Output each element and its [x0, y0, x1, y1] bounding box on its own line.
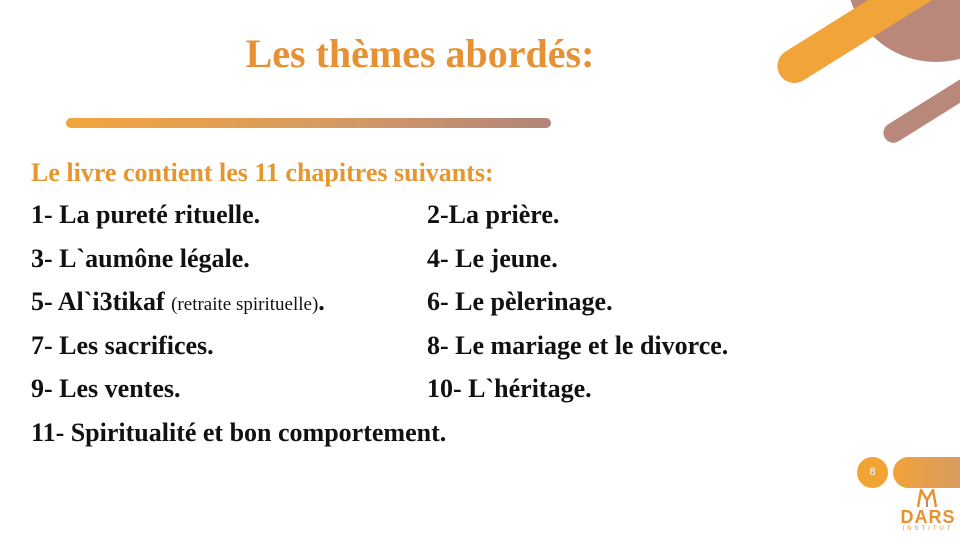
decorative-stripe-brown	[879, 55, 960, 147]
chapter-item-end: .	[318, 287, 325, 316]
chapter-row: 11- Spiritualité et bon comportement.	[31, 418, 871, 462]
logo-subtext: INSTITUT	[902, 526, 954, 532]
chapter-row: 7- Les sacrifices. 8- Le mariage et le d…	[31, 331, 871, 375]
chapter-item: 5- Al`i3tikaf (retraite spirituelle).	[31, 287, 325, 317]
page-number-bar	[893, 457, 960, 488]
page-number: 8	[857, 457, 888, 488]
chapter-item-main: 5- Al`i3tikaf	[31, 287, 172, 316]
logo-text: DARS	[900, 507, 956, 527]
slide: Les thèmes abordés: Le livre contient le…	[0, 0, 960, 540]
chapter-item: 6- Le pèlerinage.	[427, 287, 613, 316]
intro-text: Le livre contient les 11 chapitres suiva…	[31, 158, 494, 187]
chapter-row: 9- Les ventes. 10- L`héritage.	[31, 374, 871, 418]
chapter-item: 3- L`aumône légale.	[31, 243, 250, 273]
chapter-row: 3- L`aumône légale. 4- Le jeune.	[31, 244, 871, 288]
chapter-item: 7- Les sacrifices.	[31, 330, 214, 360]
chapter-item: 1- La pureté rituelle.	[31, 200, 261, 229]
chapter-item: 10- L`héritage.	[427, 374, 592, 403]
chapter-item: 9- Les ventes.	[31, 374, 181, 403]
title-underline	[66, 118, 551, 128]
dars-logo: DARS INSTITUT	[894, 488, 958, 538]
chapter-item-note: (retraite spirituelle)	[171, 294, 319, 315]
chapter-row: 1- La pureté rituelle. 2-La prière.	[31, 200, 871, 244]
chapter-item: 4- Le jeune.	[427, 243, 558, 273]
slide-title: Les thèmes abordés:	[245, 31, 595, 76]
chapter-list: 1- La pureté rituelle. 2-La prière. 3- L…	[31, 200, 871, 461]
dars-logo-mark-icon	[916, 488, 938, 508]
chapter-item: 2-La prière.	[427, 200, 560, 229]
chapter-item: 8- Le mariage et le divorce.	[427, 330, 729, 360]
chapter-row: 5- Al`i3tikaf (retraite spirituelle). 6-…	[31, 287, 871, 331]
chapter-item: 11- Spiritualité et bon comportement.	[31, 417, 447, 447]
